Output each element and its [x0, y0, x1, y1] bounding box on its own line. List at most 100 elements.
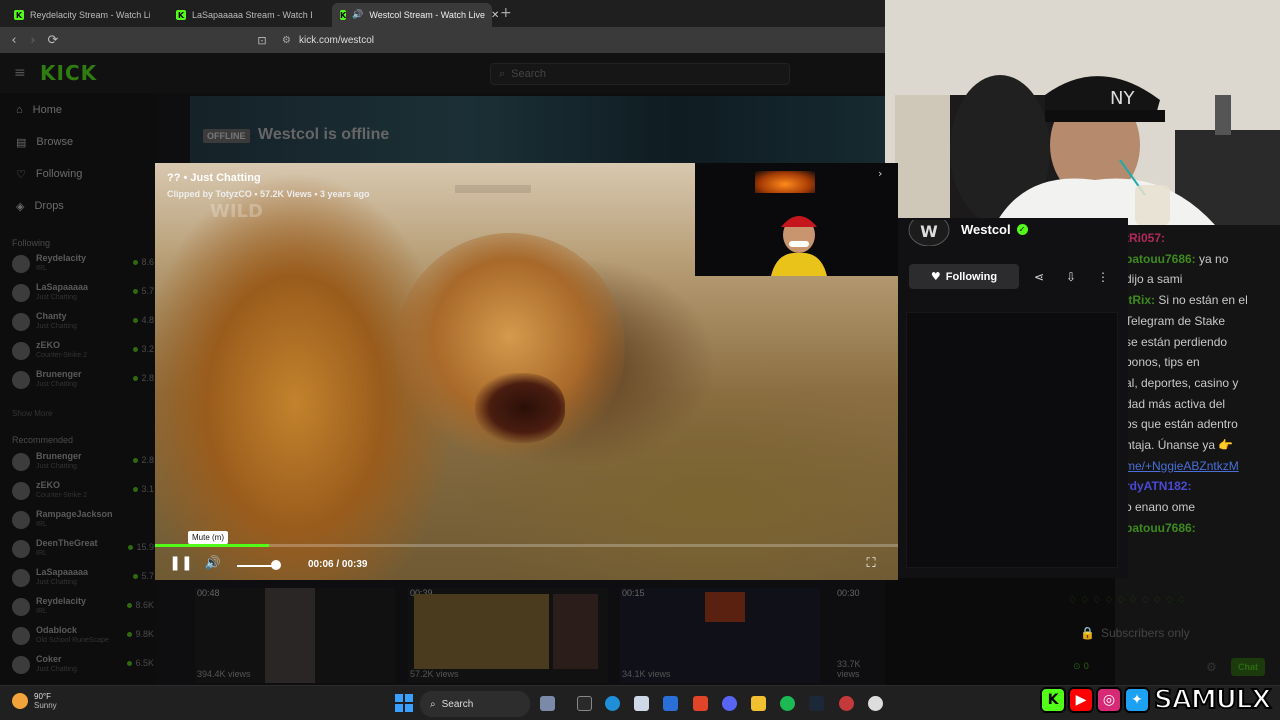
audio-playing-icon: 🔊	[352, 10, 364, 20]
channel-name: Reydelacity	[36, 253, 87, 263]
live-dot-icon	[127, 632, 133, 637]
download-icon[interactable]: ⇩	[1058, 264, 1084, 289]
kick-header: ≡ KICK ⌕ Search	[0, 53, 885, 93]
youtube-icon: ▶	[1068, 687, 1094, 713]
task-view-icon[interactable]	[577, 696, 592, 711]
clip-card[interactable]: 00:15 34.1K views	[620, 588, 820, 683]
channel-avatar	[12, 482, 30, 500]
sidebar-channel[interactable]: Coker Just Chatting 6.5K	[12, 652, 154, 680]
chat-username[interactable]: tRi057:	[1125, 231, 1165, 245]
app-icon[interactable]	[839, 696, 854, 711]
search-input[interactable]: ⌕ Search	[490, 63, 790, 85]
chat-username[interactable]: itRix:	[1125, 293, 1155, 307]
channel-name-row: Westcol ✓	[961, 222, 1028, 237]
show-more-link[interactable]: Show More	[12, 409, 52, 418]
clip-card[interactable]: 00:39 57.2K views	[408, 588, 608, 683]
outlook-icon[interactable]	[663, 696, 678, 711]
channel-name: Odablock	[36, 625, 78, 635]
sidebar-channel[interactable]: Reydelacity IRL 8.6K	[12, 594, 154, 622]
emote-bar[interactable]: ♢ ♢ ♢ ♢ ♢ ♢ ♢ ♢ ♢ ♢	[1068, 595, 1278, 611]
browser-tab[interactable]: K Reydelacity Stream - Watch Live on K	[6, 3, 166, 27]
clip-card[interactable]: 00:48 394.4K views	[195, 588, 395, 683]
channel-avatar[interactable]: W	[908, 220, 950, 246]
channel-avatar	[12, 656, 30, 674]
channel-avatar	[12, 569, 30, 587]
nav-drops[interactable]: ◈ Drops	[16, 196, 64, 216]
browser-tab-active[interactable]: K 🔊 Westcol Stream - Watch Live ✕	[332, 3, 499, 27]
sidebar-channel[interactable]: Odablock Old School RuneScape 9.8K	[12, 623, 154, 651]
discord-icon[interactable]	[722, 696, 737, 711]
browser-tab[interactable]: K LaSapaaaaa Stream - Watch Live on K	[168, 3, 328, 27]
sidebar-channel[interactable]: LaSapaaaaa Just Chatting 5.7	[12, 565, 154, 593]
clip-card[interactable]: 00:30 33.7K views	[835, 588, 885, 683]
menu-icon[interactable]: ≡	[14, 65, 26, 81]
pause-button[interactable]: ❚❚	[169, 553, 192, 573]
fullscreen-button[interactable]: ⛶	[861, 553, 881, 573]
progress-bar[interactable]	[155, 544, 898, 547]
nav-home[interactable]: ⌂ Home	[16, 100, 62, 120]
kick-logo[interactable]: KICK	[40, 61, 97, 85]
windows-start-icon[interactable]	[395, 694, 413, 712]
sidebar-channel[interactable]: Brunenger Just Chatting 2.8	[12, 367, 154, 395]
sidebar-channel[interactable]: Chanty Just Chatting 4.8	[12, 309, 154, 337]
share-icon[interactable]: ⋖	[1026, 264, 1052, 289]
chat-text: bonos, tips en	[1125, 355, 1200, 370]
steam-icon[interactable]	[809, 696, 824, 711]
volume-button[interactable]: 🔊	[203, 553, 223, 573]
sidebar-channel[interactable]: DeenTheGreat IRL 15.9	[12, 536, 154, 564]
sidebar-channel[interactable]: Reydelacity IRL 8.6	[12, 251, 154, 279]
pip-streamer-figure	[771, 216, 827, 276]
kick-points-icon: ⊙	[1073, 662, 1081, 672]
spotify-icon[interactable]	[780, 696, 795, 711]
sidebar-channel[interactable]: LaSapaaaaa Just Chatting 5.7	[12, 280, 154, 308]
video-caption-strip	[455, 185, 532, 193]
file-explorer-icon[interactable]	[751, 696, 766, 711]
svg-text:NY: NY	[1110, 88, 1135, 109]
chat-username[interactable]: rdyATN182:	[1125, 479, 1191, 493]
tab-title: LaSapaaaaa Stream - Watch Live on K	[192, 10, 312, 20]
chat-message: o enano ome	[1125, 500, 1195, 514]
channel-category: IRL	[36, 265, 47, 272]
channel-avatar	[12, 284, 30, 302]
chat-send-button[interactable]: Chat	[1231, 658, 1265, 676]
chat-username[interactable]: patouu7686:	[1125, 521, 1196, 535]
close-tab-icon[interactable]: ✕	[491, 10, 499, 21]
volume-slider-handle[interactable]	[271, 560, 281, 570]
nav-browse[interactable]: ▤ Browse	[16, 132, 73, 152]
new-tab-button[interactable]: +	[500, 5, 512, 21]
chat-input[interactable]: 🔒 Subscribers only	[1070, 618, 1270, 648]
obs-icon[interactable]	[868, 696, 883, 711]
volume-slider[interactable]	[237, 565, 275, 567]
chat-settings-icon[interactable]: ⚙	[1206, 660, 1217, 674]
edge-icon[interactable]	[605, 696, 620, 711]
home-icon: ⌂	[16, 104, 23, 116]
widgets-icon[interactable]	[540, 696, 555, 711]
taskbar-search[interactable]: ⌕ Search	[420, 691, 530, 717]
chat-username[interactable]: patouu7686:	[1125, 252, 1196, 266]
brave-icon[interactable]	[693, 696, 708, 711]
site-info-icon[interactable]: ⚙	[282, 35, 291, 46]
following-button[interactable]: ♥ Following	[909, 264, 1019, 289]
channel-avatar	[12, 313, 30, 331]
weather-widget[interactable]: 90°F Sunny	[12, 692, 57, 710]
more-options-icon[interactable]: ⋮	[1090, 264, 1116, 289]
reload-button[interactable]: ⟳	[43, 30, 63, 50]
bookmark-icon[interactable]: ⊡	[252, 30, 272, 50]
live-dot-icon	[127, 661, 133, 666]
channel-avatar	[12, 255, 30, 273]
sidebar-channel[interactable]: Brunenger Just Chatting 2.8	[12, 449, 154, 477]
url-field[interactable]: ⚙ kick.com/westcol	[282, 31, 882, 49]
store-icon[interactable]	[634, 696, 649, 711]
pip-streamer-cam[interactable]: ›	[695, 163, 898, 276]
channel-name[interactable]: Westcol	[961, 222, 1011, 237]
nav-following[interactable]: ♡ Following	[16, 164, 82, 184]
pip-close-icon[interactable]: ›	[878, 167, 882, 180]
sidebar-channel[interactable]: zEKO Counter-Strike 2 3.2	[12, 338, 154, 366]
clip-thumbnail	[414, 594, 549, 669]
back-button[interactable]: ‹	[4, 30, 24, 50]
chat-text: al, deportes, casino y	[1125, 375, 1239, 390]
forward-button[interactable]: ›	[23, 30, 43, 50]
sidebar-channel[interactable]: zEKO Counter-Strike 2 3.1	[12, 478, 154, 506]
channel-name: Chanty	[36, 311, 67, 321]
sidebar-channel[interactable]: RampageJackson IRL	[12, 507, 154, 535]
